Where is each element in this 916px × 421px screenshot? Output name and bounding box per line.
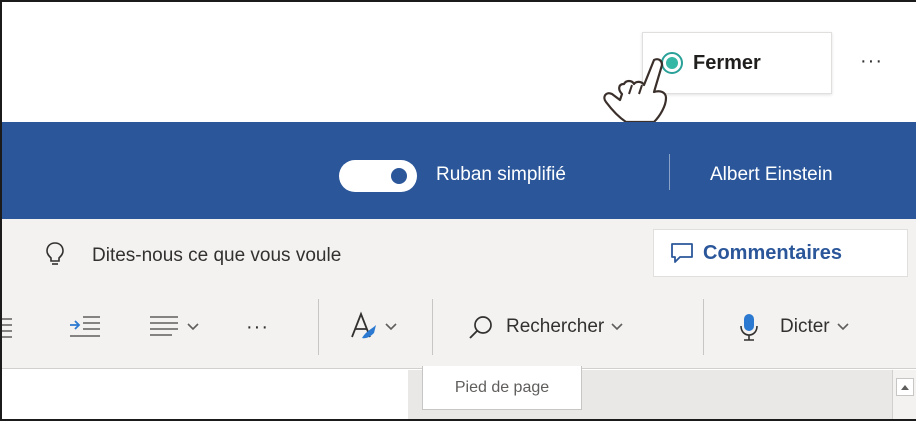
simplified-ribbon-label: Ruban simplifié bbox=[436, 164, 566, 185]
ribbon-toolbar: ··· Rechercher Dicter bbox=[2, 287, 916, 369]
top-bar: Fermer ··· bbox=[2, 2, 916, 124]
chevron-down-icon bbox=[385, 323, 397, 331]
search-icon bbox=[469, 316, 492, 339]
more-options-button[interactable]: ··· bbox=[860, 50, 883, 73]
toggle-knob bbox=[391, 168, 407, 184]
comments-button-label: Commentaires bbox=[703, 241, 842, 264]
header-divider bbox=[669, 154, 670, 190]
comments-button[interactable]: Commentaires bbox=[653, 229, 908, 277]
styles-icon bbox=[351, 311, 376, 339]
simplified-ribbon-toggle[interactable] bbox=[339, 160, 417, 192]
user-account-name[interactable]: Albert Einstein bbox=[710, 164, 833, 186]
toolbar-divider bbox=[432, 299, 433, 355]
title-bar: Ruban simplifié Albert Einstein bbox=[2, 122, 916, 219]
align-icon bbox=[150, 316, 178, 336]
chevron-up-icon bbox=[901, 385, 909, 390]
close-button-label: Fermer bbox=[693, 51, 761, 74]
scroll-up-button[interactable] bbox=[896, 378, 914, 396]
tell-me-input[interactable]: Dites-nous ce que vous voule bbox=[92, 245, 341, 267]
more-tools-button[interactable]: ··· bbox=[246, 305, 269, 349]
dictate-dropdown[interactable]: Dicter bbox=[738, 305, 850, 349]
increase-indent-button[interactable] bbox=[68, 305, 102, 349]
footer-tab[interactable]: Pied de page bbox=[422, 366, 582, 410]
document-page[interactable] bbox=[2, 370, 408, 419]
find-label: Rechercher bbox=[506, 316, 605, 337]
vertical-scrollbar[interactable] bbox=[892, 370, 916, 419]
tell-me-bar: Dites-nous ce que vous voule Commentaire… bbox=[2, 219, 916, 287]
find-dropdown[interactable]: Rechercher bbox=[468, 305, 624, 349]
list-icon bbox=[2, 318, 12, 338]
chevron-down-icon bbox=[187, 323, 199, 331]
styles-dropdown[interactable] bbox=[348, 305, 398, 349]
toolbar-divider bbox=[318, 299, 319, 355]
toolbar-divider bbox=[703, 299, 704, 355]
lightbulb-icon bbox=[46, 242, 64, 265]
align-dropdown[interactable] bbox=[148, 305, 200, 349]
more-icon: ··· bbox=[246, 315, 269, 338]
microphone-icon bbox=[740, 314, 758, 341]
dictate-label: Dicter bbox=[780, 316, 830, 337]
pointing-hand-icon bbox=[603, 58, 668, 124]
increase-indent-icon bbox=[70, 316, 100, 337]
chevron-down-icon bbox=[837, 323, 849, 331]
list-button[interactable] bbox=[2, 305, 18, 349]
comment-icon bbox=[671, 243, 693, 263]
app-window: Fermer ··· Ruban simplifié Albert Einste… bbox=[0, 0, 916, 421]
chevron-down-icon bbox=[611, 323, 623, 331]
